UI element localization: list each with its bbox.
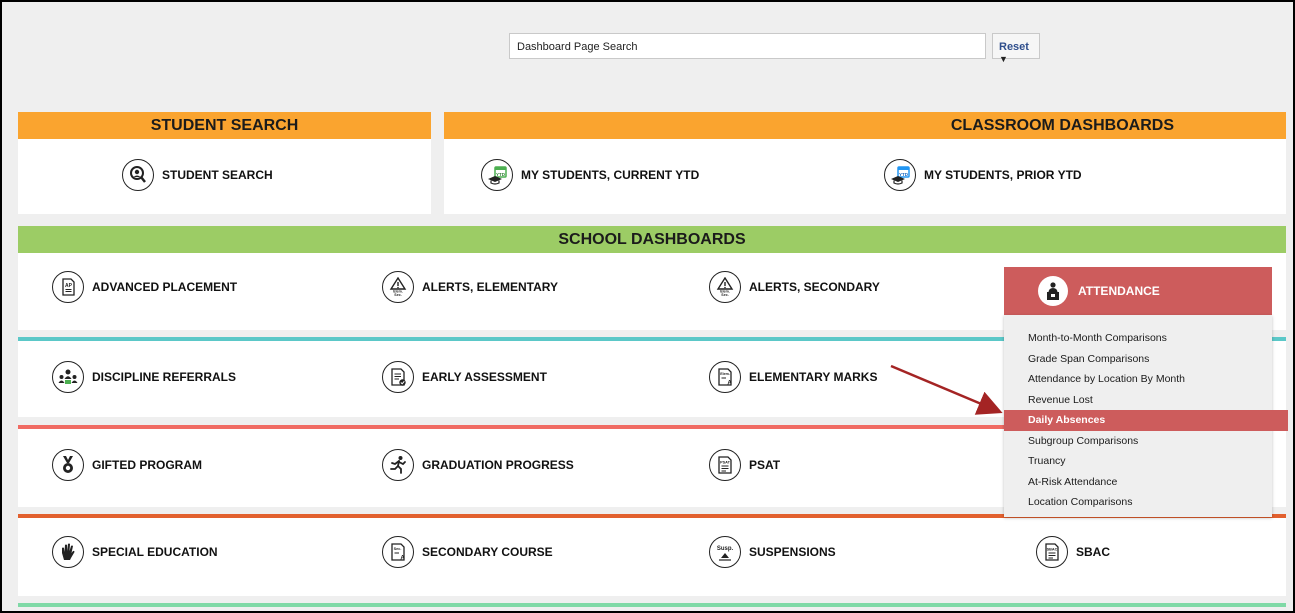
school-dashboards-header: SCHOOL DASHBOARDS [18,226,1286,253]
caret-down-icon: ▼ [999,54,1008,64]
attendance-title: ATTENDANCE [1078,284,1160,298]
secondary-course-label: SECONDARY COURSE [422,545,553,559]
discipline-referrals-link[interactable]: DISCIPLINE REFERRALS [52,360,236,394]
suspensions-label: SUSPENSIONS [749,545,836,559]
advanced-placement-label: ADVANCED PLACEMENT [92,280,238,294]
ap-document-icon: AP [52,271,84,303]
clipboard-check-icon [382,361,414,393]
student-search-header: STUDENT SEARCH [18,112,431,139]
medal-icon [52,449,84,481]
my-students-current-ytd-link[interactable]: YTD MY STUDENTS, CURRENT YTD [481,158,699,192]
svg-text:Elem.: Elem. [720,372,730,376]
my-students-current-ytd-label: MY STUDENTS, CURRENT YTD [521,168,700,182]
graduation-progress-label: GRADUATION PROGRESS [422,458,574,472]
elementary-marks-link[interactable]: Elem. A ELEMENTARY MARKS [709,360,877,394]
alerts-elementary-link[interactable]: Elem. Sec. ALERTS, ELEMENTARY [382,270,558,304]
svg-text:Sec.: Sec. [721,293,728,297]
early-assessment-link[interactable]: EARLY ASSESSMENT [382,360,547,394]
graduation-progress-link[interactable]: GRADUATION PROGRESS [382,448,574,482]
classroom-dashboards-panel: CLASSROOM DASHBOARDS YTD MY STUDENTS, CU… [444,112,1286,214]
gifted-program-link[interactable]: GIFTED PROGRAM [52,448,202,482]
susp-icon: Susp. [709,536,741,568]
suspensions-link[interactable]: Susp. SUSPENSIONS [709,535,836,569]
warning-icon: Elem. Sec. [709,271,741,303]
menu-item-location-comparisons[interactable]: Location Comparisons [1004,492,1272,513]
student-search-label: STUDENT SEARCH [162,168,273,182]
svg-text:PSAT: PSAT [720,461,731,465]
alerts-secondary-link[interactable]: Elem. Sec. ALERTS, SECONDARY [709,270,880,304]
menu-item-revenue-lost[interactable]: Revenue Lost [1004,390,1272,411]
attendance-dashboard-button[interactable]: ATTENDANCE [1004,267,1272,315]
sbac-document-icon: SBAC [1036,536,1068,568]
reset-button[interactable]: Reset ▼ [992,33,1040,64]
sbac-label: SBAC [1076,545,1111,559]
student-search-link[interactable]: STUDENT SEARCH [122,158,273,192]
ytd-calendar-icon: YTD [481,159,513,191]
group-icon [52,361,84,393]
svg-text:YTD: YTD [496,172,506,177]
secondary-course-link[interactable]: Sec. A SECONDARY COURSE [382,535,553,569]
svg-text:Susp.: Susp. [717,546,734,552]
special-education-label: SPECIAL EDUCATION [92,545,218,559]
menu-item-attendance-by-location-by-month[interactable]: Attendance by Location By Month [1004,369,1272,390]
svg-text:YTD: YTD [899,172,909,177]
svg-text:A: A [727,381,732,387]
early-assessment-label: EARLY ASSESSMENT [422,370,547,384]
secondary-document-icon: Sec. A [382,536,414,568]
menu-item-grade-span-comparisons[interactable]: Grade Span Comparisons [1004,349,1272,370]
school-row-4: SPECIAL EDUCATION Sec. A SECONDARY COURSE… [18,518,1286,596]
psat-label: PSAT [749,458,781,472]
svg-text:AP: AP [65,283,73,289]
alerts-secondary-label: ALERTS, SECONDARY [749,280,880,294]
grade-document-icon: Elem. A [709,361,741,393]
elementary-marks-label: ELEMENTARY MARKS [749,370,878,384]
classroom-dashboards-header: CLASSROOM DASHBOARDS [444,112,1286,139]
dashboard-page-search-input[interactable]: Dashboard Page Search [509,33,986,59]
top-toolbar: Dashboard Page Search Reset ▼ [4,4,1293,104]
reset-label: Reset [999,41,1029,53]
my-students-prior-ytd-link[interactable]: YTD MY STUDENTS, PRIOR YTD [884,158,1082,192]
alerts-elementary-label: ALERTS, ELEMENTARY [422,280,559,294]
svg-text:SBAC: SBAC [1047,548,1058,552]
my-students-prior-ytd-label: MY STUDENTS, PRIOR YTD [924,168,1082,182]
menu-item-truancy[interactable]: Truancy [1004,451,1272,472]
teacher-icon [1038,276,1068,306]
menu-item-subgroup-comparisons[interactable]: Subgroup Comparisons [1004,431,1272,452]
dashboard-page: Dashboard Page Search Reset ▼ STUDENT SE… [0,0,1295,613]
ytd-calendar-icon: YTD [884,159,916,191]
svg-text:Sec.: Sec. [394,547,402,551]
hand-icon [52,536,84,568]
student-search-panel: STUDENT SEARCH STUDENT SEARCH [18,112,431,214]
svg-text:A: A [400,556,405,562]
menu-item-daily-absences[interactable]: Daily Absences [1004,410,1288,431]
special-education-link[interactable]: SPECIAL EDUCATION [52,535,218,569]
svg-text:Sec.: Sec. [394,293,401,297]
discipline-referrals-label: DISCIPLINE REFERRALS [92,370,237,384]
sbac-link[interactable]: SBAC SBAC [1036,535,1110,569]
row-divider-mint [18,603,1286,607]
menu-item-month-to-month-comparisons[interactable]: Month-to-Month Comparisons [1004,328,1272,349]
psat-link[interactable]: PSAT PSAT [709,448,780,482]
attendance-dropdown-menu: Month-to-Month Comparisons Grade Span Co… [1004,315,1288,517]
warning-icon: Elem. Sec. [382,271,414,303]
gifted-program-label: GIFTED PROGRAM [92,458,202,472]
runner-icon [382,449,414,481]
advanced-placement-link[interactable]: AP ADVANCED PLACEMENT [52,270,237,304]
magnifier-person-icon [122,159,154,191]
psat-document-icon: PSAT [709,449,741,481]
menu-item-at-risk-attendance[interactable]: At-Risk Attendance [1004,472,1272,493]
